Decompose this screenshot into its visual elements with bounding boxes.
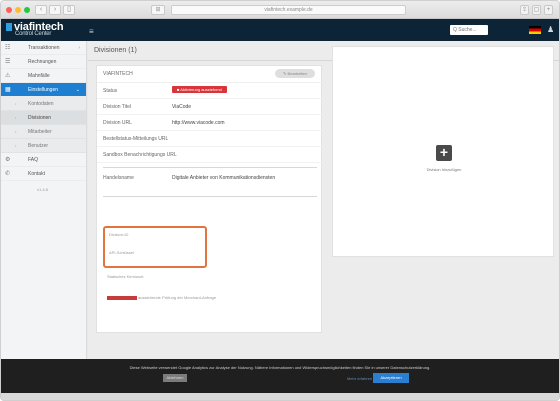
app-header: viafintech Control Center ≡ Q Suche... ♟ [1,19,559,41]
api-key-label: API-Schlüssel [109,250,134,255]
cookie-text: Diese Webseite verwendet Google Analytic… [129,365,431,370]
add-division-label: Division hinzufügen [426,167,462,172]
divider [103,167,317,168]
sidebar-subitem-employees[interactable]: • Mitarbeiter [1,125,86,139]
address-bar[interactable]: viafintech.example.de [171,5,406,15]
accept-cookies-button[interactable]: Akzeptieren [373,373,409,383]
sidebar-subitem-divisions[interactable]: • Divisionen [1,111,86,125]
sidebar: ☷ Transaktionen › ☰ Rechnungen ⚠ Mahnfäl… [1,41,87,359]
division-card: VIAFINTECH ✎ Bearbeiten Status ■ Aktivie… [96,65,323,333]
tabs-icon[interactable]: ▢ [532,5,541,15]
detail-row-url: Division URL http://www.viacode.com [97,115,323,131]
static-password-label: Statisches Kennwort [107,274,144,279]
phone-icon: ✆ [5,171,11,177]
detail-row-title: Division Titel ViaCode [97,99,323,115]
detail-row-sandbox-url: Sandbox Benachrichtigungs URL [97,147,323,163]
cookie-banner: Diese Webseite verwendet Google Analytic… [1,359,559,393]
divider [103,196,317,197]
division-url-link[interactable]: http://www.viacode.com [172,115,225,131]
browser-chrome: ‹ › ▯ ⊞ viafintech.example.de ⇪ ▢ + [1,1,559,19]
sidebar-item-contact[interactable]: ✆ Kontakt [1,167,86,181]
chevron-right-icon: › [78,45,80,51]
plus-icon[interactable]: + [544,5,553,15]
back-arrow-icon[interactable]: ‹ [35,5,47,15]
card-title: VIAFINTECH [103,71,133,77]
sidebar-toggle-icon[interactable]: ▯ [63,5,75,15]
highlighted-credentials-box: Division-ID API-Schlüssel [103,226,207,268]
detail-row-order-status-url: Bestellstatus-Mitteilungs URL [97,131,323,147]
logo-mark-icon [6,23,12,31]
detail-row-trade-name: Handelsname Digitale Anbieter von Kommun… [103,175,276,181]
sidebar-subitem-account-data[interactable]: • Kontodaten [1,97,86,111]
logo[interactable]: viafintech Control Center [6,21,64,37]
page-title: Divisionen (1) [94,47,137,54]
list-icon: ☷ [5,45,11,51]
tab-overview-icon[interactable]: ⊞ [151,5,165,15]
status-badge: ■ Aktivierung ausstehend [172,86,227,93]
decline-cookies-button[interactable]: Ablehnen [163,374,187,382]
gear-icon: ⚙ [5,157,11,163]
sidebar-item-transactions[interactable]: ☷ Transaktionen › [1,41,86,55]
bullet-icon: • [15,115,17,120]
more-info-link[interactable]: Mehr erfahren [347,376,372,381]
language-flag-icon[interactable] [529,26,541,34]
bullet-icon: • [15,143,17,148]
detail-row-status: Status ■ Aktivierung ausstehend [97,83,323,99]
search-input[interactable]: Q Suche... [450,25,488,35]
document-icon: ☰ [5,59,11,65]
plus-icon[interactable]: + [436,145,452,161]
window-bottom-edge [1,393,559,400]
redacted-marker [107,296,137,300]
close-window-button[interactable] [6,7,12,13]
version-label: v1.4.8 [37,187,48,192]
maximize-window-button[interactable] [24,7,30,13]
bullet-icon: • [15,129,17,134]
bullet-icon: • [15,101,17,106]
sidebar-item-dunning[interactable]: ⚠ Mahnfälle [1,69,86,83]
sidebar-item-settings[interactable]: ▦ Einstellungen ⌄ [1,83,86,97]
division-id-label: Division-ID [109,232,129,237]
warning-icon: ⚠ [5,73,11,79]
menu-icon[interactable]: ≡ [89,27,94,36]
minimize-window-button[interactable] [15,7,21,13]
main-content: Divisionen (1) VIAFINTECH ✎ Bearbeiten S… [88,41,559,359]
chevron-down-icon: ⌄ [75,87,80,93]
sidebar-item-invoices[interactable]: ☰ Rechnungen [1,55,86,69]
app-window: ‹ › ▯ ⊞ viafintech.example.de ⇪ ▢ + viaf… [0,0,560,401]
edit-button[interactable]: ✎ Bearbeiten [275,69,315,78]
user-icon[interactable]: ♟ [547,25,554,34]
share-icon[interactable]: ⇪ [520,5,529,15]
window-controls [6,7,30,13]
sidebar-subitem-users[interactable]: • Benutzer [1,139,86,153]
add-division-card[interactable]: + Division hinzufügen [332,46,554,257]
sidebar-item-faq[interactable]: ⚙ FAQ [1,153,86,167]
settings-grid-icon: ▦ [5,87,11,93]
pending-review-note: ausstehende Prüfung der Merchant-Anfrage [107,295,216,300]
forward-arrow-icon[interactable]: › [49,5,61,15]
